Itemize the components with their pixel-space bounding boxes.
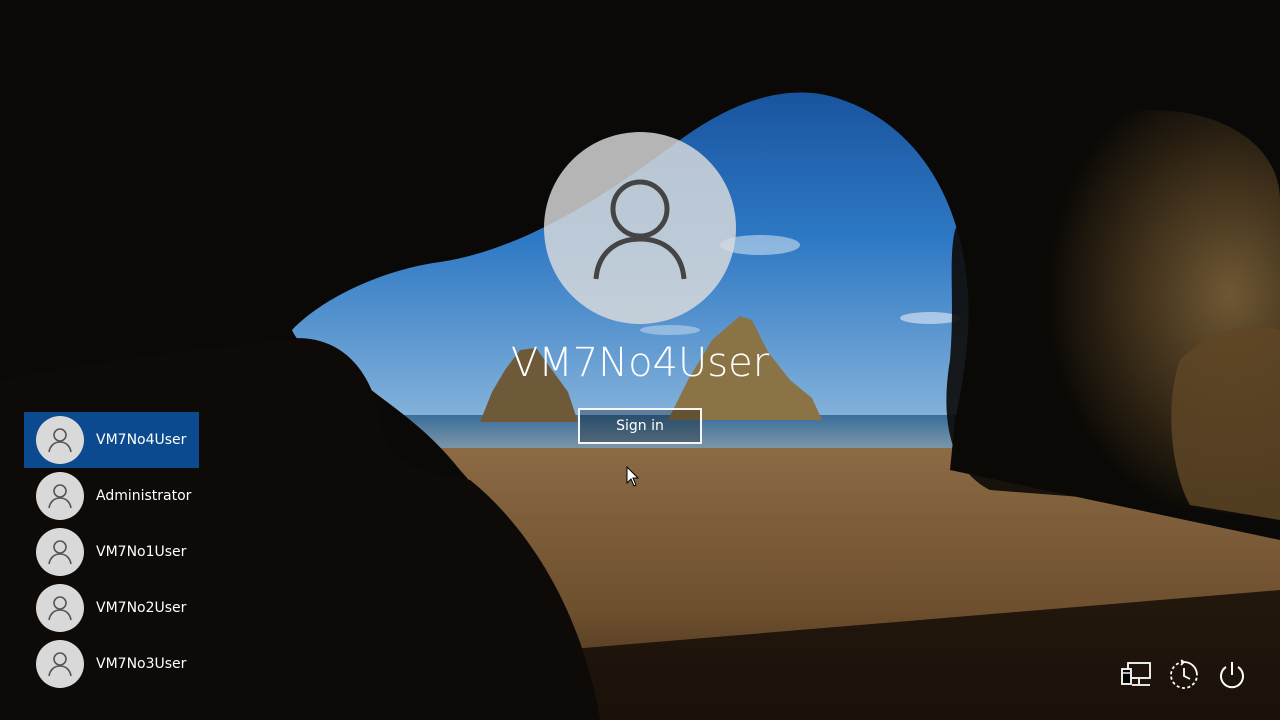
user-avatar <box>36 584 84 632</box>
user-item-label: VM7No4User <box>96 432 187 448</box>
user-list: VM7No4User Administrator VM7No1User VM7N… <box>24 412 199 692</box>
user-avatar <box>36 416 84 464</box>
sign-in-button[interactable]: Sign in <box>578 408 702 444</box>
user-icon <box>593 179 687 280</box>
user-item-label: Administrator <box>96 488 192 504</box>
user-avatar <box>36 472 84 520</box>
mouse-cursor-icon <box>626 466 640 487</box>
user-item-vm7no4user[interactable]: VM7No4User <box>24 412 199 468</box>
user-item-vm7no2user[interactable]: VM7No2User <box>24 580 199 636</box>
user-item-vm7no3user[interactable]: VM7No3User <box>24 636 199 692</box>
user-item-vm7no1user[interactable]: VM7No1User <box>24 524 199 580</box>
lock-screen: VM7No4User Sign in VM7No4User Administra <box>0 0 1280 720</box>
user-icon <box>48 428 72 453</box>
user-icon <box>48 484 72 509</box>
user-icon <box>48 596 72 621</box>
user-icon <box>48 540 72 565</box>
user-icon <box>48 652 72 677</box>
ease-of-access-icon[interactable] <box>1168 659 1200 691</box>
user-item-label: VM7No1User <box>96 544 187 560</box>
network-icon[interactable] <box>1120 659 1152 691</box>
user-item-label: VM7No3User <box>96 656 187 672</box>
user-avatar <box>36 528 84 576</box>
user-item-label: VM7No2User <box>96 600 187 616</box>
power-icon[interactable] <box>1216 659 1248 691</box>
user-item-administrator[interactable]: Administrator <box>24 468 199 524</box>
user-avatar <box>36 640 84 688</box>
current-user-name: VM7No4User <box>510 340 770 386</box>
large-avatar <box>544 132 736 324</box>
